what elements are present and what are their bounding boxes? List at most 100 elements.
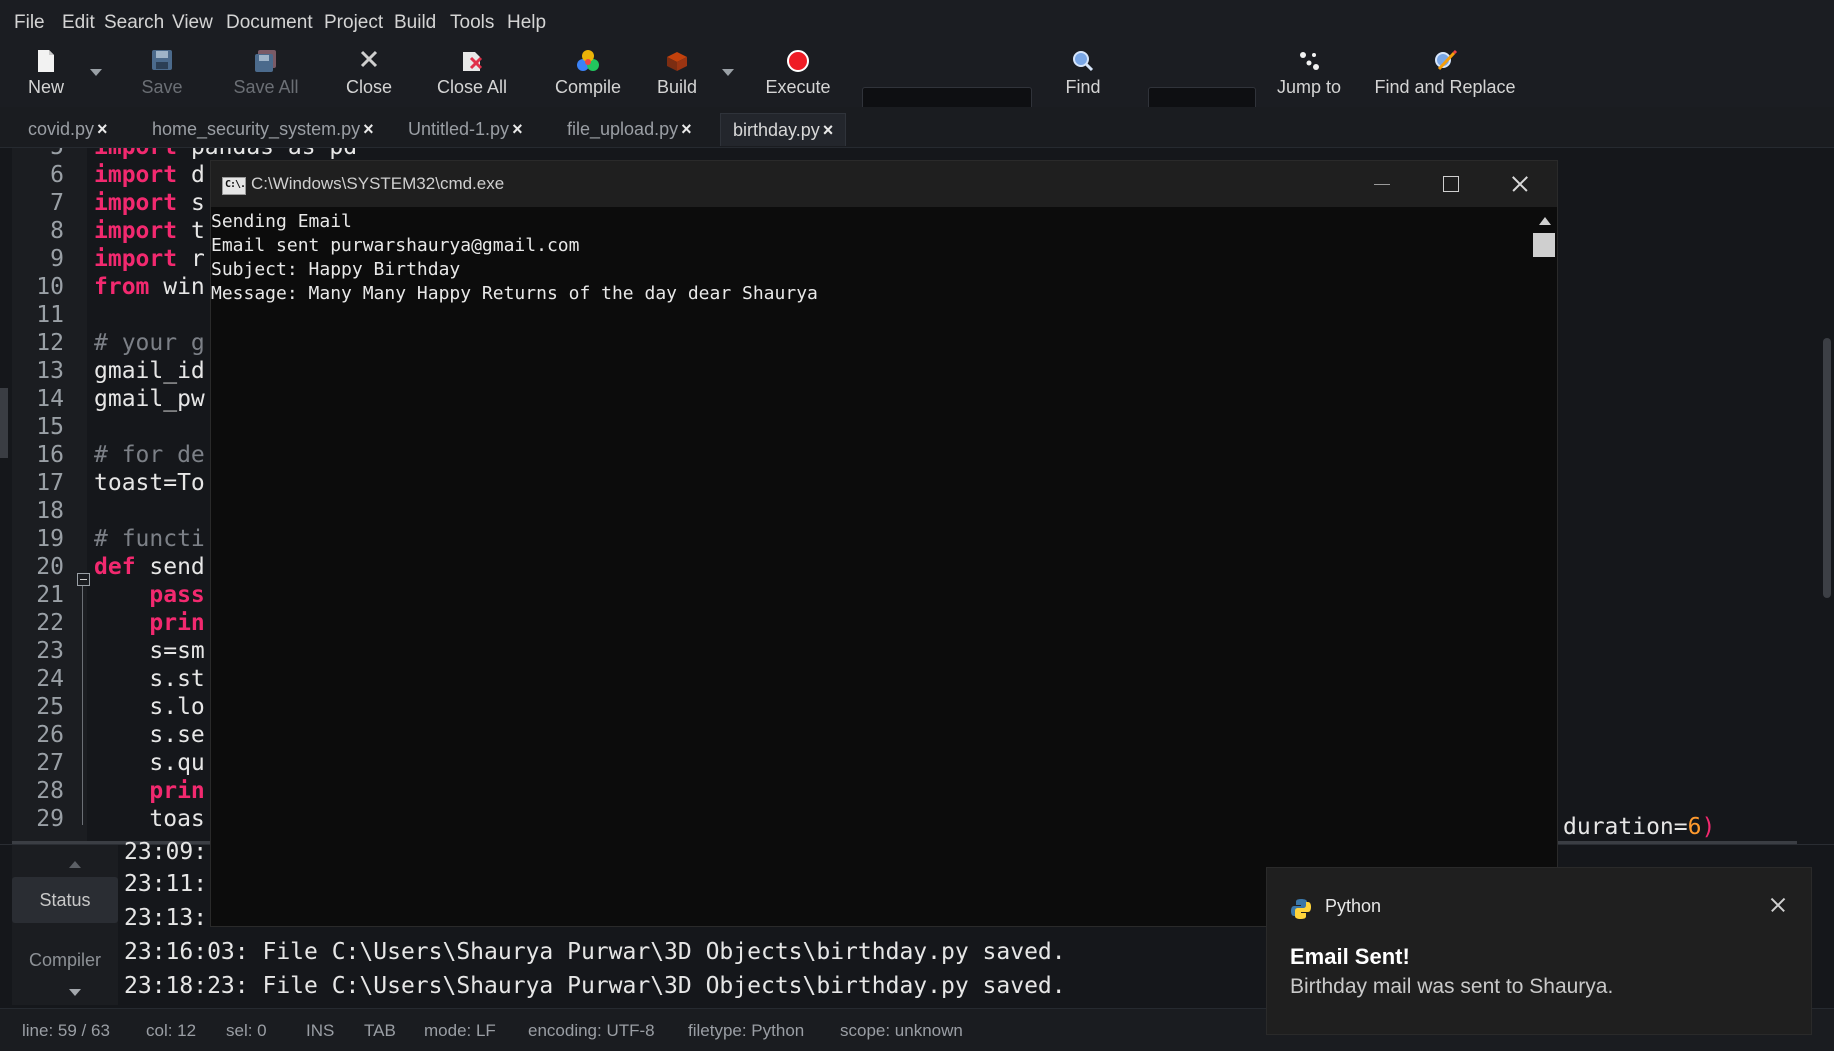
new-button[interactable]: New [16, 45, 76, 107]
code-line: prin [94, 778, 205, 804]
find-replace-button[interactable]: Find and Replace [1374, 45, 1516, 107]
fold-toggle-icon[interactable] [77, 573, 90, 586]
cmd-output-line: Sending Email [211, 211, 352, 232]
scroll-up-arrow-icon[interactable] [1539, 217, 1551, 225]
menu-help[interactable]: Help [507, 12, 546, 34]
execute-button[interactable]: Execute [762, 45, 834, 107]
line-number: 12 [36, 330, 64, 356]
log-line: 23:16:03: File C:\Users\Shaurya Purwar\3… [124, 939, 1066, 965]
toolbar: New Save Save All Close Close All Compil… [0, 45, 1834, 147]
menu-tools[interactable]: Tools [450, 12, 494, 34]
line-number: 26 [36, 722, 64, 748]
code-line: import pandas as pd [94, 148, 357, 160]
cmd-window[interactable]: C:\. C:\Windows\SYSTEM32\cmd.exe Sending… [210, 160, 1558, 927]
menu-edit[interactable]: Edit [62, 12, 95, 34]
line-number-gutter: 5678910111213141516171819202122232425262… [12, 148, 87, 844]
line-number: 21 [36, 582, 64, 608]
tab-close-icon[interactable]: × [681, 119, 692, 139]
tab-birthday[interactable]: birthday.py × [720, 113, 847, 146]
maximize-button[interactable] [1427, 169, 1473, 199]
menu-build[interactable]: Build [394, 12, 436, 34]
toast-title: Email Sent! [1290, 944, 1410, 969]
line-number: 6 [50, 162, 64, 188]
line-number: 20 [36, 554, 64, 580]
line-number: 19 [36, 526, 64, 552]
code-line: s.qu [94, 750, 205, 776]
status-scope: scope: unknown [840, 1021, 963, 1040]
tab-close-icon[interactable]: × [512, 119, 523, 139]
build-button[interactable]: Build [654, 45, 700, 107]
save-icon [152, 50, 172, 70]
build-icon [667, 52, 687, 71]
menu-file[interactable]: File [14, 12, 45, 34]
cmd-title-bar[interactable]: C:\. C:\Windows\SYSTEM32\cmd.exe [211, 161, 1557, 207]
toast-close-icon[interactable] [1763, 890, 1793, 920]
tab-label: covid.py [28, 119, 95, 139]
compile-icon [577, 50, 599, 71]
scroll-down-icon[interactable] [69, 989, 81, 996]
close-all-icon [463, 52, 483, 71]
cmd-icon: C:\. [222, 177, 246, 195]
document-tabs: covid.py × home_security_system.py × Untit… [0, 107, 1834, 148]
find-button[interactable]: Find [1058, 45, 1108, 107]
scroll-up-icon[interactable] [69, 861, 81, 868]
close-all-button[interactable]: Close All [432, 45, 512, 107]
cmd-output-line: Subject: Happy Birthday [211, 259, 461, 280]
code-line: import r [94, 246, 205, 272]
code-line: import s [94, 190, 205, 216]
close-window-button[interactable] [1497, 169, 1543, 199]
line-number: 5 [26, 148, 64, 160]
save-all-button[interactable]: Save All [224, 45, 308, 107]
cmd-scrollbar-thumb[interactable] [1533, 233, 1555, 257]
editor-vertical-scrollbar[interactable] [1823, 338, 1831, 598]
save-all-icon [255, 50, 276, 72]
close-icon [360, 50, 378, 68]
code-line: s=sm [94, 638, 205, 664]
menu-view[interactable]: View [172, 12, 213, 34]
code-line: prin [94, 610, 205, 636]
tab-file-upload[interactable]: file_upload.py × [555, 113, 704, 145]
code-line: # your g [94, 330, 205, 356]
line-number: 7 [50, 190, 64, 216]
cmd-scrollbar[interactable] [1531, 207, 1557, 926]
line-number: 8 [50, 218, 64, 244]
save-button[interactable]: Save [132, 45, 192, 107]
message-side-tabs: Status Compiler [12, 845, 118, 1005]
maximize-icon [1443, 176, 1459, 192]
menu-document[interactable]: Document [226, 12, 313, 34]
tab-home-security-system[interactable]: home_security_system.py × [140, 113, 386, 145]
tab-status[interactable]: Status [12, 877, 118, 923]
left-edge-marker [0, 388, 8, 458]
close-button[interactable]: Close [338, 45, 400, 107]
build-label: Build [656, 77, 698, 97]
close-all-label: Close All [436, 77, 508, 97]
code-line: s.lo [94, 694, 205, 720]
line-number: 22 [36, 610, 64, 636]
tab-close-icon[interactable]: × [97, 119, 108, 139]
tab-close-icon[interactable]: × [363, 119, 374, 139]
toast-notification[interactable]: Python Email Sent! Birthday mail was sen… [1266, 867, 1812, 1035]
status-col: col: 12 [146, 1021, 197, 1040]
close-label: Close [345, 77, 393, 97]
compile-button[interactable]: Compile [552, 45, 624, 107]
build-dropdown-arrow[interactable] [722, 69, 734, 76]
log-line: 23:13: [124, 905, 208, 931]
tab-close-icon[interactable]: × [823, 120, 834, 140]
status-filetype: filetype: Python [688, 1021, 805, 1040]
new-dropdown-arrow[interactable] [90, 69, 102, 76]
tab-untitled-1[interactable]: Untitled-1.py × [396, 113, 535, 145]
line-number: 28 [36, 778, 64, 804]
tab-covid[interactable]: covid.py × [16, 113, 120, 145]
menu-project[interactable]: Project [324, 12, 383, 34]
fold-guide [82, 585, 83, 825]
jump-to-button[interactable]: Jump to [1270, 45, 1348, 107]
execute-icon [787, 50, 809, 72]
code-line: s.se [94, 722, 205, 748]
tab-compiler[interactable]: Compiler [12, 945, 118, 975]
menu-search[interactable]: Search [104, 12, 164, 34]
tab-label: file_upload.py [567, 119, 679, 139]
cmd-output-line: Message: Many Many Happy Returns of the … [211, 283, 818, 304]
code-line: toas [94, 806, 205, 832]
tab-label: home_security_system.py [152, 119, 361, 139]
minimize-button[interactable] [1358, 169, 1404, 199]
